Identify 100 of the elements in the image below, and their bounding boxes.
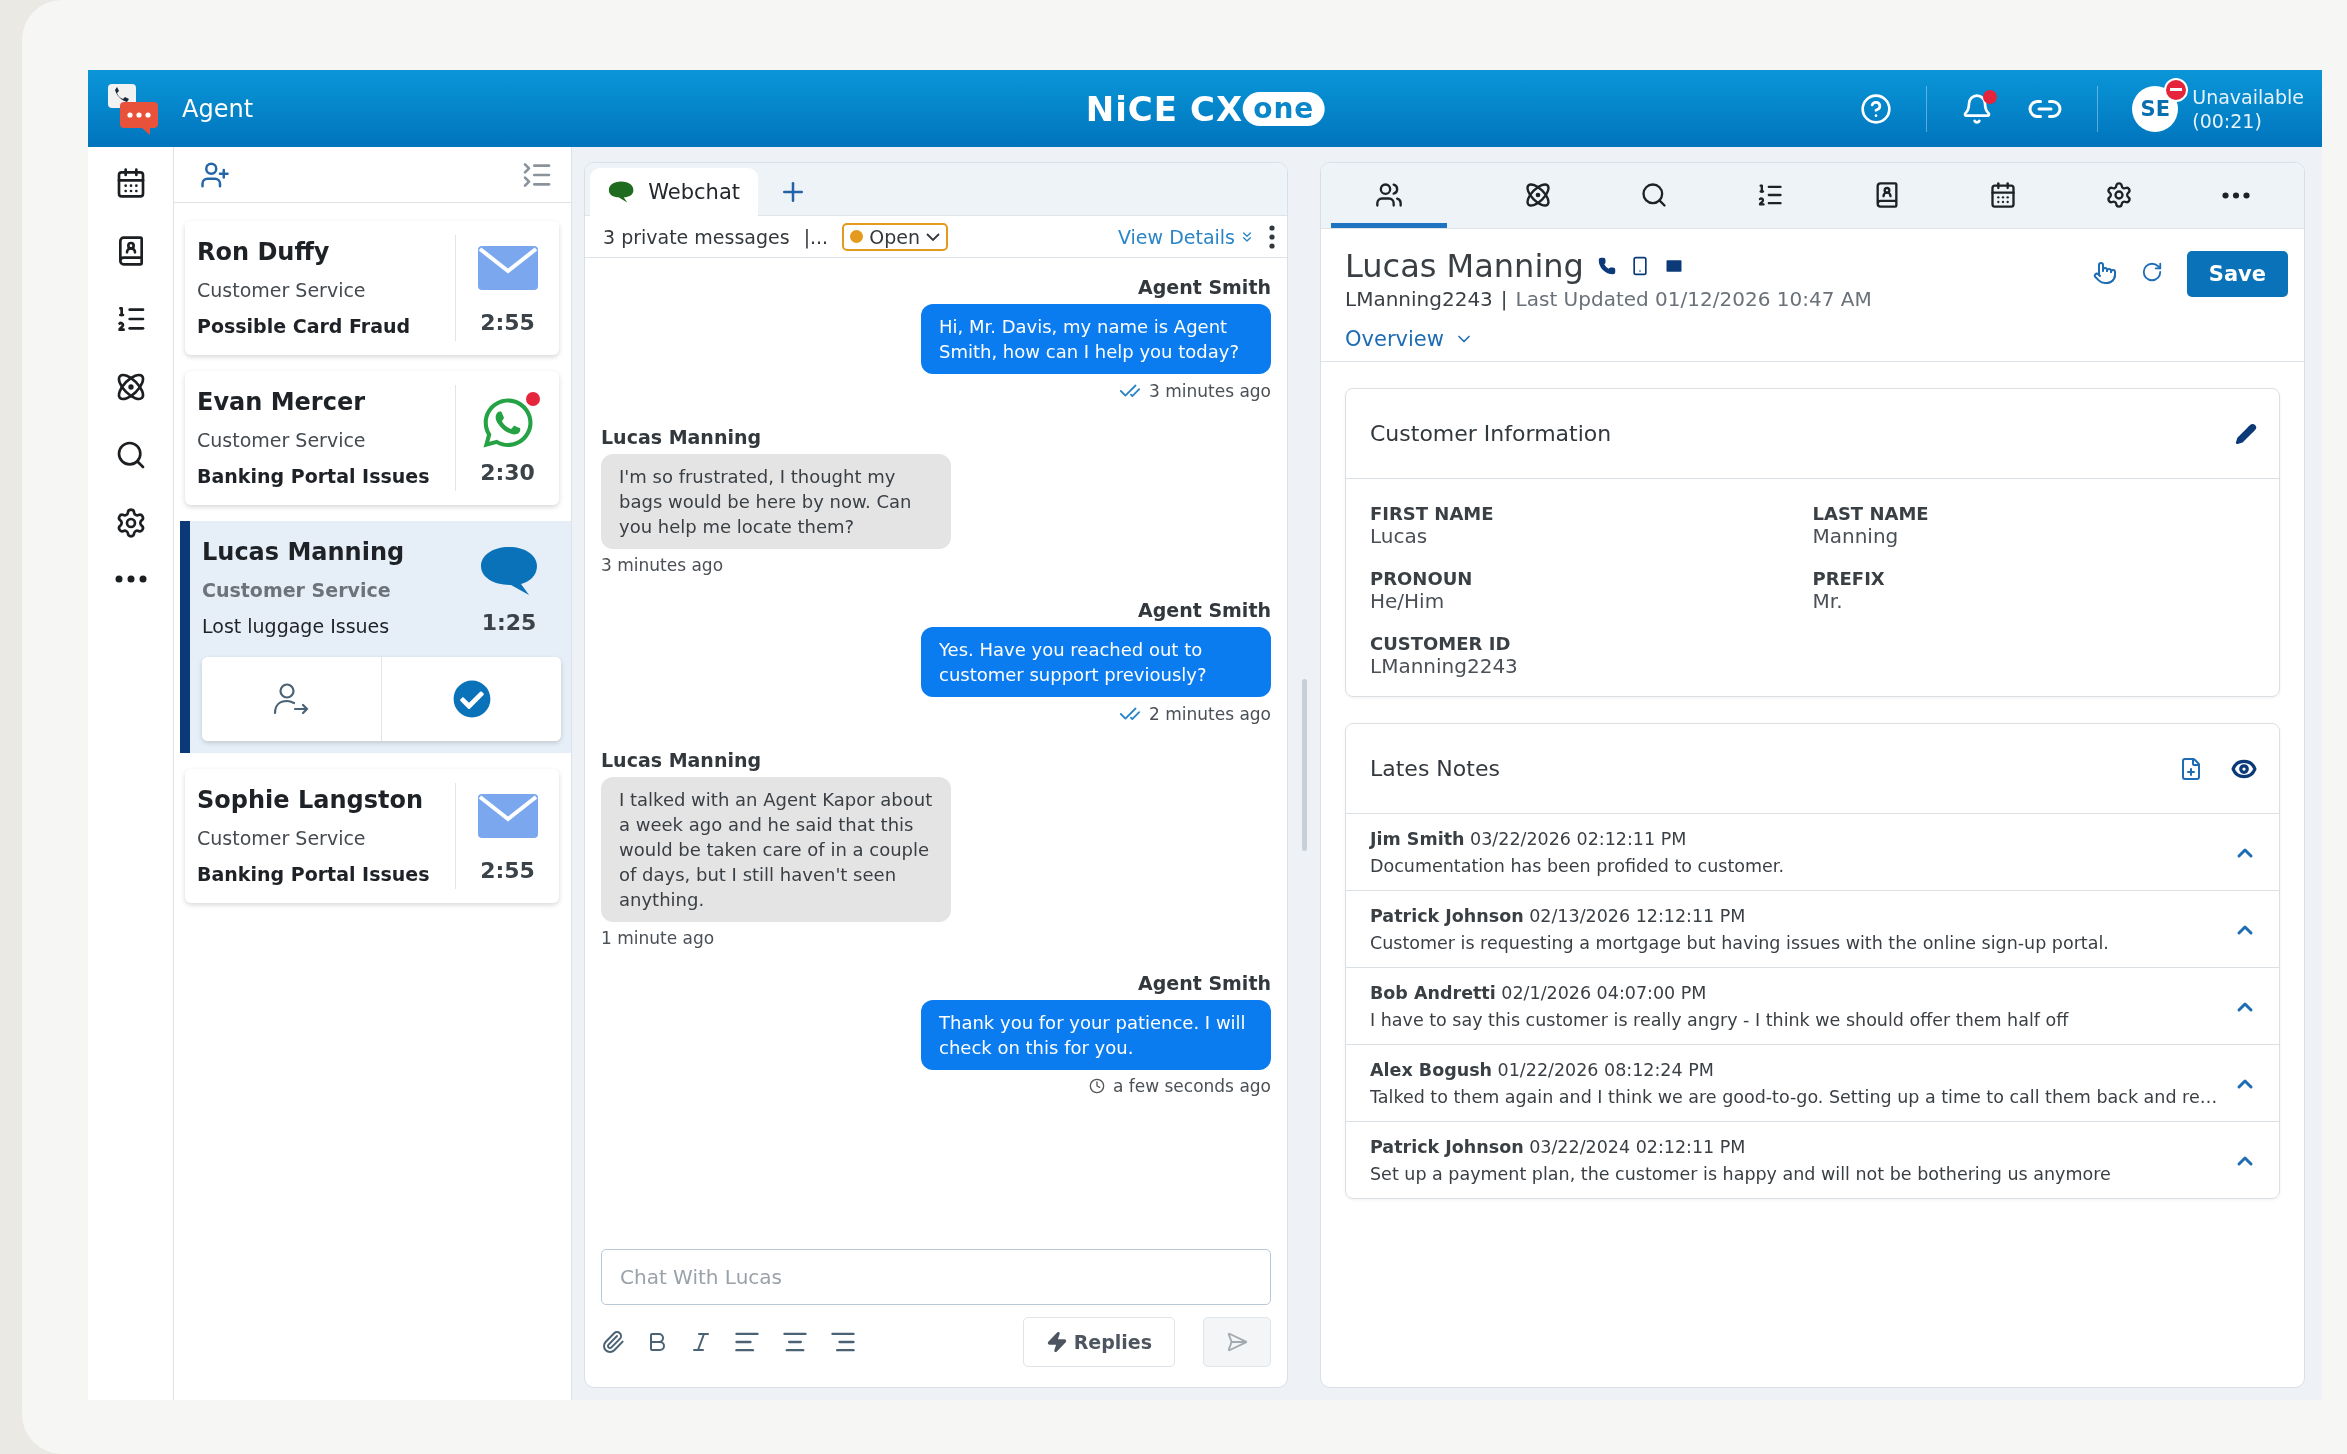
contact-name: Lucas Manning [202, 537, 406, 568]
contact-card[interactable]: Evan Mercer Customer Service Banking Portal Issues 2:30 [185, 371, 559, 505]
note-header: Jim Smith 03/22/2026 02:12:11 PM [1370, 828, 1688, 851]
help-icon [1860, 92, 1893, 125]
message-time: 3 minutes ago [601, 555, 724, 575]
contact-timer: 2:55 [480, 310, 535, 335]
more-button[interactable] [114, 575, 147, 583]
hand-pointer-icon [2092, 261, 2117, 285]
contact-subject: Banking Portal Issues [197, 862, 431, 887]
contact-name: Ron Duffy [197, 237, 331, 268]
more-icon [2221, 191, 2250, 199]
field-label: PREFIX [1812, 568, 1886, 589]
field-label: FIRST NAME [1370, 503, 1495, 524]
message-bubble: Hi, Mr. Davis, my name is Agent Smith, how can I help you today? [921, 304, 1271, 374]
note-header: Bob Andretti 02/1/2026 04:07:00 PM [1370, 982, 1708, 1005]
sender-name: Agent Smith [1137, 599, 1271, 621]
contact-name: Sophie Langston [197, 785, 424, 816]
note-header: Patrick Johnson 03/22/2024 02:12:11 PM [1370, 1136, 1747, 1159]
sender-name: Lucas Manning [601, 426, 762, 448]
note-text: Talked to them again and I think we are good-to-go. Setting up a time to call them back and re… [1370, 1086, 2219, 1109]
message-time: a few seconds ago [1112, 1076, 1271, 1096]
status-dot [850, 230, 864, 243]
view-details-link[interactable]: View Details [1118, 225, 1255, 248]
contact-name: Evan Mercer [197, 387, 366, 418]
contact-queue: Customer Service [202, 578, 392, 603]
customer-name: Lucas Manning [1345, 247, 1584, 285]
pencil-icon [2235, 422, 2257, 445]
field-value: Manning [1812, 524, 1900, 548]
contact-timer: 1:25 [481, 610, 537, 635]
field-label: LAST NAME [1812, 503, 1930, 524]
contact-subject: Banking Portal Issues [197, 464, 431, 489]
add-note-button[interactable] [2179, 756, 2203, 781]
more-info-text: |... [803, 225, 829, 248]
pointer-button[interactable] [2092, 261, 2117, 285]
refresh-button[interactable] [2140, 261, 2163, 283]
replies-button[interactable]: Replies [1022, 1317, 1175, 1367]
people-icon [1375, 181, 1404, 209]
note-text: Documentation has been profided to customer. [1370, 855, 1785, 878]
note-text: Customer is requesting a mortgage but having issues with the online sign-up portal. [1370, 932, 2110, 955]
webchat-tab[interactable]: Webchat [590, 168, 758, 216]
calendar-icon [1989, 181, 2018, 209]
status-dropdown[interactable]: Open [842, 222, 948, 251]
contact-subject: Lost luggage Issues [202, 614, 391, 639]
field-value: Lucas [1370, 524, 1429, 548]
contact-card[interactable]: Lucas Manning Customer Service Lost luggage Issues 1:25 [180, 521, 571, 753]
message-time: 3 minutes ago [1148, 381, 1271, 401]
chevron-down-icon [925, 232, 940, 241]
contact-queue: Customer Service [197, 826, 367, 851]
chat-input-field[interactable]: Chat With Lucas [601, 1249, 1271, 1305]
phone-icon[interactable] [1597, 257, 1616, 275]
save-button[interactable]: Save [2186, 251, 2288, 297]
complete-button[interactable] [381, 657, 561, 741]
overview-dropdown[interactable]: Overview [1345, 327, 1474, 351]
help-button[interactable] [1860, 92, 1893, 125]
contact-queue: Customer Service [197, 278, 367, 303]
user-avatar[interactable]: SE [2132, 85, 2179, 132]
resize-handle[interactable] [1301, 679, 1307, 851]
field-value: Mr. [1812, 589, 1844, 613]
attach-button[interactable] [601, 1330, 625, 1354]
contact-card[interactable]: Ron Duffy Customer Service Possible Card Fraud 2:55 [185, 221, 559, 355]
note-text: Set up a payment plan, the customer is happy and will not be bothering us anymore [1370, 1163, 2112, 1186]
field-value: LManning2243 [1370, 654, 1519, 678]
contact-queue: Customer Service [197, 428, 367, 453]
message-time: 1 minute ago [601, 928, 715, 948]
contact-timer: 2:30 [480, 460, 535, 485]
status-timer: (00:21) [2192, 108, 2263, 133]
message-bubble: I'm so frustrated, I thought my bags would be here by now. Can you help me locate them? [601, 454, 951, 549]
sender-name: Lucas Manning [601, 749, 762, 771]
kebab-menu-button[interactable] [1269, 224, 1275, 249]
envelope-icon [476, 245, 539, 291]
note-text: I have to say this customer is really angry - I think we should offer them half off [1370, 1009, 2070, 1032]
contact-card[interactable]: Sophie Langston Customer Service Banking Portal Issues 2:55 [185, 769, 559, 903]
brand-product: CX [1190, 88, 1244, 129]
customer-username: LManning2243 [1345, 287, 1493, 311]
contact-timer: 2:55 [480, 858, 535, 883]
more-icon [114, 575, 147, 583]
search-icon [1639, 181, 1668, 209]
brand-name: NiCE [1085, 88, 1178, 129]
private-messages-count: 3 private messages [603, 225, 790, 248]
unavailable-badge [2164, 77, 2189, 102]
edit-button[interactable] [2235, 422, 2257, 445]
field-value: He/Him [1370, 589, 1446, 613]
separator-text: | [1500, 287, 1508, 311]
note-header: Alex Bogush 01/22/2026 08:12:24 PM [1370, 1059, 1715, 1082]
kebab-icon [1269, 224, 1275, 249]
card-title: Customer Information [1370, 421, 1613, 446]
sender-name: Agent Smith [1137, 276, 1271, 298]
message-time: 2 minutes ago [1148, 704, 1271, 724]
message-bubble: Thank you for your patience. I will check on this for you. [921, 1000, 1271, 1070]
lightning-icon [1045, 1331, 1068, 1353]
message-bubble: Yes. Have you reached out to customer support previously? [921, 627, 1271, 697]
clock-icon [1088, 1078, 1105, 1094]
notifications-button[interactable] [1961, 92, 1994, 125]
last-updated-text: Last Updated 01/12/2026 10:47 AM [1515, 287, 1872, 311]
card-title: Lates Notes [1370, 756, 1501, 781]
send-icon [1226, 1331, 1248, 1353]
chat-bubble-icon [608, 179, 635, 205]
app-title: Agent [182, 94, 254, 123]
sender-name: Agent Smith [1137, 972, 1271, 994]
brand-suffix: one [1243, 91, 1325, 126]
